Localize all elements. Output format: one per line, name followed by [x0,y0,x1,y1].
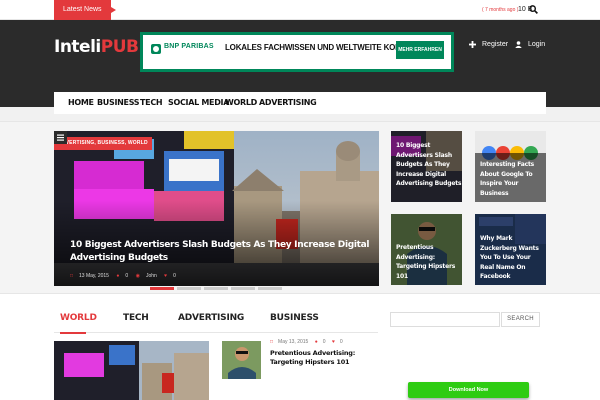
logo-text-primary: Inteli [54,37,101,57]
featured-thumb[interactable]: Interesting Facts About Google To Inspir… [475,131,546,202]
slider-dot[interactable] [231,287,255,290]
comment-icon: ● [314,339,318,345]
sidebar-search-button[interactable]: SEARCH [501,312,540,327]
menu-icon[interactable] [54,131,67,144]
search-icon[interactable] [529,5,538,14]
nav-item-tech[interactable]: TECH [140,92,163,114]
thumb-title[interactable]: 10 Biggest Advertisers Slash Budgets As … [396,141,462,189]
site-logo[interactable]: InteliPUB [54,37,139,57]
ad-cta-button[interactable]: MEHR ERFAHREN [396,41,444,59]
ticker-time-ago: ( 7 months ago ) [482,7,519,13]
post-date: May 13, 2015 [278,339,309,345]
post-image-small[interactable] [222,341,261,379]
hero-comments: 0 [125,273,129,279]
hero-author[interactable]: John [146,273,157,279]
slider-dot[interactable] [204,287,228,290]
nav-item-social-media[interactable]: SOCIAL MEDIA [168,92,229,114]
post-title[interactable]: Pretentious Advertising: Targeting Hipst… [270,349,380,367]
top-bar: Latest News ( 7 months ago ) 10 B [0,0,600,20]
bnp-logo-icon [151,44,161,54]
login-label: Login [528,41,546,48]
heart-icon: ♥ [331,339,335,345]
hero-title[interactable]: 10 Biggest Advertisers Slash Budgets As … [70,239,370,265]
tab-business[interactable]: BUSINESS [270,313,319,323]
post-meta: □ May 13, 2015 ● 0 ♥ 0 [270,339,348,345]
download-now-button[interactable]: Download Now [408,382,529,398]
hero-likes: 0 [173,273,176,279]
hero-slide[interactable]: ADVERTISING, BUSINESS, WORLD 10 Biggest … [54,131,379,286]
tab-advertising[interactable]: ADVERTISING [178,313,244,323]
nav-item-advertising[interactable]: ADVERTISING [259,92,317,114]
sidebar-search-input[interactable] [390,312,500,327]
featured-thumb[interactable]: Why Mark Zuckerberg Wants You To Use You… [475,214,546,285]
slider-dot[interactable] [177,287,201,290]
logo-text-accent: PUB [100,37,139,57]
comment-icon: ● [116,273,120,279]
post-image [54,341,209,400]
slider-dot[interactable] [150,287,174,290]
thumb-title[interactable]: Pretentious Advertising: Targeting Hipst… [396,243,462,281]
hero-meta: □ 13 May, 2015 ● 0 ◉ John ♥ 0 [70,273,182,279]
hero-category-badge[interactable]: ADVERTISING, BUSINESS, WORLD [54,137,152,150]
tabs-divider [54,332,378,333]
nav-item-home[interactable]: HOME [68,92,94,114]
post-thumb-image [222,341,261,379]
post-image-large[interactable] [54,341,209,400]
main-nav: HOME BUSINESS TECH SOCIAL MEDIA WORLD AD… [54,92,546,114]
tab-tech[interactable]: TECH [123,313,149,323]
active-tab-indicator [60,332,86,334]
thumb-title[interactable]: Interesting Facts About Google To Inspir… [480,160,546,198]
nav-item-world[interactable]: WORLD [225,92,257,114]
featured-thumb[interactable]: 10 Biggest Advertisers Slash Budgets As … [391,131,462,202]
banner-ad[interactable]: BNP PARIBAS LOKALES FACHWISSEN UND WELTW… [140,32,454,72]
hero-date: 13 May, 2015 [79,273,109,279]
thumb-title[interactable]: Why Mark Zuckerberg Wants You To Use You… [480,234,546,282]
ad-brand-name: BNP PARIBAS [164,43,214,50]
tab-world[interactable]: WORLD [60,313,97,323]
post-comments: 0 [322,339,326,345]
post-likes: 0 [339,339,343,345]
slider-dot[interactable] [258,287,282,290]
register-label: Register [482,41,509,48]
author-icon: ◉ [135,273,140,279]
user-icon [515,40,522,48]
calendar-icon: □ [270,339,274,345]
login-link[interactable]: Login [515,40,545,50]
register-link[interactable]: Register [469,40,508,50]
latest-news-label: Latest News [54,0,116,20]
plus-icon [469,40,476,48]
heart-icon: ♥ [164,273,168,279]
featured-thumb[interactable]: Pretentious Advertising: Targeting Hipst… [391,214,462,285]
calendar-icon: □ [70,273,74,279]
nav-item-business[interactable]: BUSINESS [97,92,140,114]
